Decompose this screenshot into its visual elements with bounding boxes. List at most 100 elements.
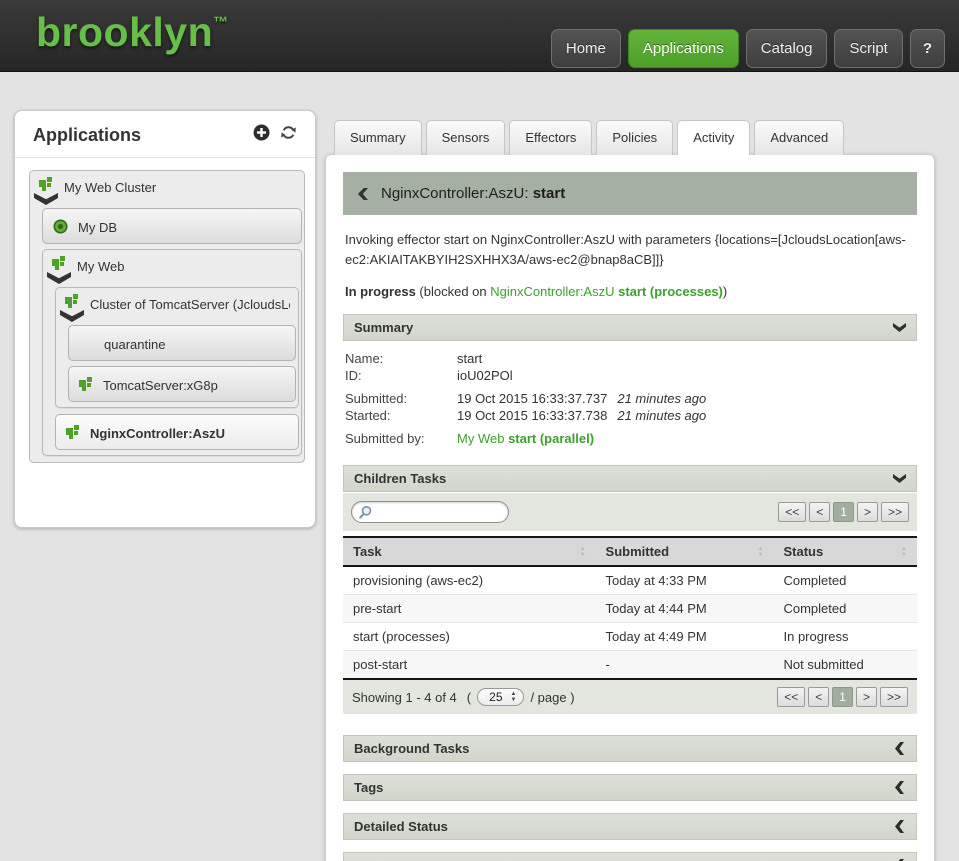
nav-buttons: Home Applications Catalog Script ? (551, 29, 945, 68)
page-number-button[interactable]: 1 (832, 687, 853, 707)
nav-home-button[interactable]: Home (551, 29, 621, 68)
page-size-select[interactable]: 25 ▲▼ (477, 688, 524, 706)
tree-item-quarantine[interactable]: quarantine (68, 325, 296, 361)
tab-policies[interactable]: Policies (596, 120, 673, 155)
collapsed-chevron-icon (895, 742, 904, 755)
nav-script-button[interactable]: Script (834, 29, 902, 68)
column-header-status[interactable]: Status▲▼ (773, 537, 917, 566)
background-tasks-section-header[interactable]: Background Tasks (343, 735, 917, 762)
section-title: Background Tasks (354, 741, 469, 756)
expand-chevron-icon[interactable] (60, 310, 84, 322)
entity-puzzle-icon (52, 256, 66, 270)
page-prev-button[interactable]: < (809, 502, 830, 522)
tree-item-tomcat-cluster[interactable]: Cluster of TomcatServer (JcloudsLocat (56, 288, 298, 325)
task-search-input[interactable] (351, 501, 509, 523)
tree-item-label: My Web (77, 256, 124, 284)
nav-help-button[interactable]: ? (910, 29, 945, 68)
table-row[interactable]: start (processes) Today at 4:49 PM In pr… (343, 623, 917, 651)
applications-panel-title: Applications (33, 125, 241, 146)
tree-node-my-web: My Web Cluster of TomcatServer (JcloudsL… (42, 249, 302, 456)
tags-section-header[interactable]: Tags (343, 774, 917, 801)
submitted-by-link[interactable]: My Web start (parallel) (457, 430, 594, 447)
trademark-mark: ™ (213, 14, 228, 31)
nav-applications-button[interactable]: Applications (628, 29, 739, 68)
entity-icon-stack (38, 177, 54, 205)
pagination-top: << < 1 > >> (778, 502, 909, 522)
activity-panel: NginxController:AszU: start Invoking eff… (325, 154, 935, 861)
children-tasks-table: Task▲▼ Submitted▲▼ Status▲▼ provisioning… (343, 536, 917, 680)
section-title: Summary (354, 320, 413, 335)
tree-item-my-web[interactable]: My Web (43, 250, 301, 287)
table-row[interactable]: provisioning (aws-ec2) Today at 4:33 PM … (343, 566, 917, 595)
page-next-button[interactable]: > (856, 687, 877, 707)
entity-tabs: Summary Sensors Effectors Policies Activ… (325, 120, 935, 154)
brooklyn-logo-text: brooklyn (36, 9, 213, 55)
sort-icon: ▲▼ (901, 546, 907, 558)
section-title: Children Tasks (354, 471, 446, 486)
children-tasks-toolbar: << < 1 > >> (343, 493, 917, 531)
tab-sensors[interactable]: Sensors (426, 120, 506, 155)
tree-item-tomcatserver[interactable]: TomcatServer:xG8p (68, 366, 296, 402)
tab-advanced[interactable]: Advanced (754, 120, 844, 155)
nav-catalog-button[interactable]: Catalog (746, 29, 828, 68)
select-arrows-icon: ▲▼ (511, 691, 517, 703)
expand-chevron-icon[interactable] (47, 272, 71, 284)
column-header-submitted[interactable]: Submitted▲▼ (596, 537, 774, 566)
page-first-button[interactable]: << (777, 687, 805, 707)
tree-item-nginxcontroller[interactable]: NginxController:AszU (55, 414, 299, 450)
tree-item-label: quarantine (104, 334, 165, 352)
pagination-bottom: << < 1 > >> (777, 687, 908, 707)
column-header-task[interactable]: Task▲▼ (343, 537, 596, 566)
children-tasks-section-header[interactable]: Children Tasks (343, 465, 917, 492)
task-status-line: In progress (blocked on NginxController:… (345, 284, 915, 299)
summary-row-submitted: Submitted:19 Oct 2015 16:33:37.73721 min… (345, 390, 915, 407)
detailed-status-section-header[interactable]: Detailed Status (343, 813, 917, 840)
applications-panel: Applications (14, 110, 316, 528)
status-state: In progress (345, 284, 416, 299)
page-next-button[interactable]: > (857, 502, 878, 522)
tab-effectors[interactable]: Effectors (509, 120, 592, 155)
json-section-header[interactable]: JSON (343, 852, 917, 861)
tree-node-tomcat-cluster: Cluster of TomcatServer (JcloudsLocat qu… (55, 287, 299, 408)
tab-activity[interactable]: Activity (677, 120, 750, 155)
tree-item-label: Cluster of TomcatServer (JcloudsLocat (90, 294, 290, 322)
tree-item-label: NginxController:AszU (90, 423, 225, 441)
page-last-button[interactable]: >> (881, 502, 909, 522)
blocked-task-link[interactable]: NginxController:AszU start (processes) (490, 284, 723, 299)
summary-section-body: Name:start ID:ioU02POl Submitted:19 Oct … (343, 341, 917, 450)
page-first-button[interactable]: << (778, 502, 806, 522)
applications-panel-header: Applications (15, 111, 315, 158)
summary-row-id: ID:ioU02POl (345, 367, 915, 384)
page-number-button[interactable]: 1 (833, 502, 854, 522)
brooklyn-logo[interactable]: brooklyn™ (36, 9, 228, 56)
summary-row-name: Name:start (345, 350, 915, 367)
entity-detail: Summary Sensors Effectors Policies Activ… (325, 120, 935, 861)
expand-chevron-icon[interactable] (34, 193, 58, 205)
per-page-label: / page ) (530, 690, 574, 705)
tree-item-my-web-cluster[interactable]: My Web Cluster (30, 171, 304, 208)
entity-icon-stack (64, 294, 80, 322)
tab-summary[interactable]: Summary (334, 120, 422, 155)
table-row[interactable]: pre-start Today at 4:44 PM Completed (343, 595, 917, 623)
task-description: Invoking effector start on NginxControll… (345, 230, 910, 269)
brooklyn-console: brooklyn™ Home Applications Catalog Scri… (0, 0, 959, 861)
collapse-chevron-icon (893, 323, 906, 332)
summary-section-header[interactable]: Summary (343, 314, 917, 341)
collapsed-chevron-icon (895, 820, 904, 833)
task-title-bar: NginxController:AszU: start (343, 172, 917, 215)
tree-item-my-db[interactable]: My DB (42, 208, 302, 244)
page-prev-button[interactable]: < (808, 687, 829, 707)
add-application-icon[interactable] (253, 124, 270, 146)
page-last-button[interactable]: >> (880, 687, 908, 707)
entity-puzzle-icon (65, 294, 79, 308)
entity-puzzle-icon (39, 177, 53, 191)
back-chevron-icon[interactable] (358, 188, 368, 200)
db-entity-icon (53, 219, 68, 234)
search-icon (358, 505, 373, 520)
refresh-icon[interactable] (280, 124, 297, 146)
table-row[interactable]: post-start - Not submitted (343, 651, 917, 680)
sort-icon: ▲▼ (580, 546, 586, 558)
section-title: Detailed Status (354, 819, 448, 834)
tree-item-label: My DB (78, 217, 117, 235)
task-search (351, 501, 509, 523)
